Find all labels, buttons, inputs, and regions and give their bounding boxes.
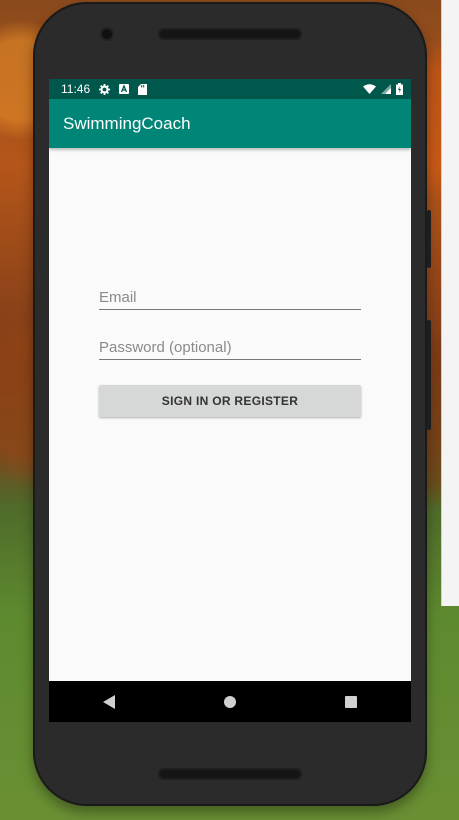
app-title: SwimmingCoach: [63, 113, 191, 133]
home-button[interactable]: [210, 682, 250, 722]
wifi-icon: [363, 84, 376, 94]
status-bar: 11:46: [49, 79, 411, 99]
volume-button[interactable]: [427, 210, 431, 268]
front-camera: [102, 29, 112, 39]
password-field-container: [99, 337, 361, 360]
app-toolbar: SwimmingCoach: [49, 99, 411, 148]
recents-button[interactable]: [331, 682, 371, 722]
sign-in-form: SIGN IN OR REGISTER: [49, 148, 411, 681]
sd-card-icon: [138, 83, 148, 95]
password-field[interactable]: [99, 337, 361, 358]
sign-in-or-register-button[interactable]: SIGN IN OR REGISTER: [99, 385, 361, 417]
home-icon: [223, 695, 236, 708]
back-icon: [103, 694, 116, 709]
status-time: 11:46: [61, 82, 91, 96]
email-field-container: [99, 287, 361, 310]
side-panel: [441, 0, 459, 606]
device-screen: 11:46 SwimmingCoach Email SIGN IN OR REG…: [49, 79, 411, 722]
bottom-speaker: [158, 768, 302, 780]
top-speaker: [158, 28, 302, 40]
recents-icon: [344, 695, 357, 708]
navigation-bar: [49, 681, 411, 722]
email-field[interactable]: [99, 287, 361, 308]
signal-icon: [381, 84, 391, 94]
battery-icon: [396, 83, 403, 95]
accessibility-a-icon: [119, 84, 130, 94]
power-button[interactable]: [427, 320, 431, 430]
back-button[interactable]: [89, 682, 129, 722]
gear-icon: [99, 83, 111, 95]
